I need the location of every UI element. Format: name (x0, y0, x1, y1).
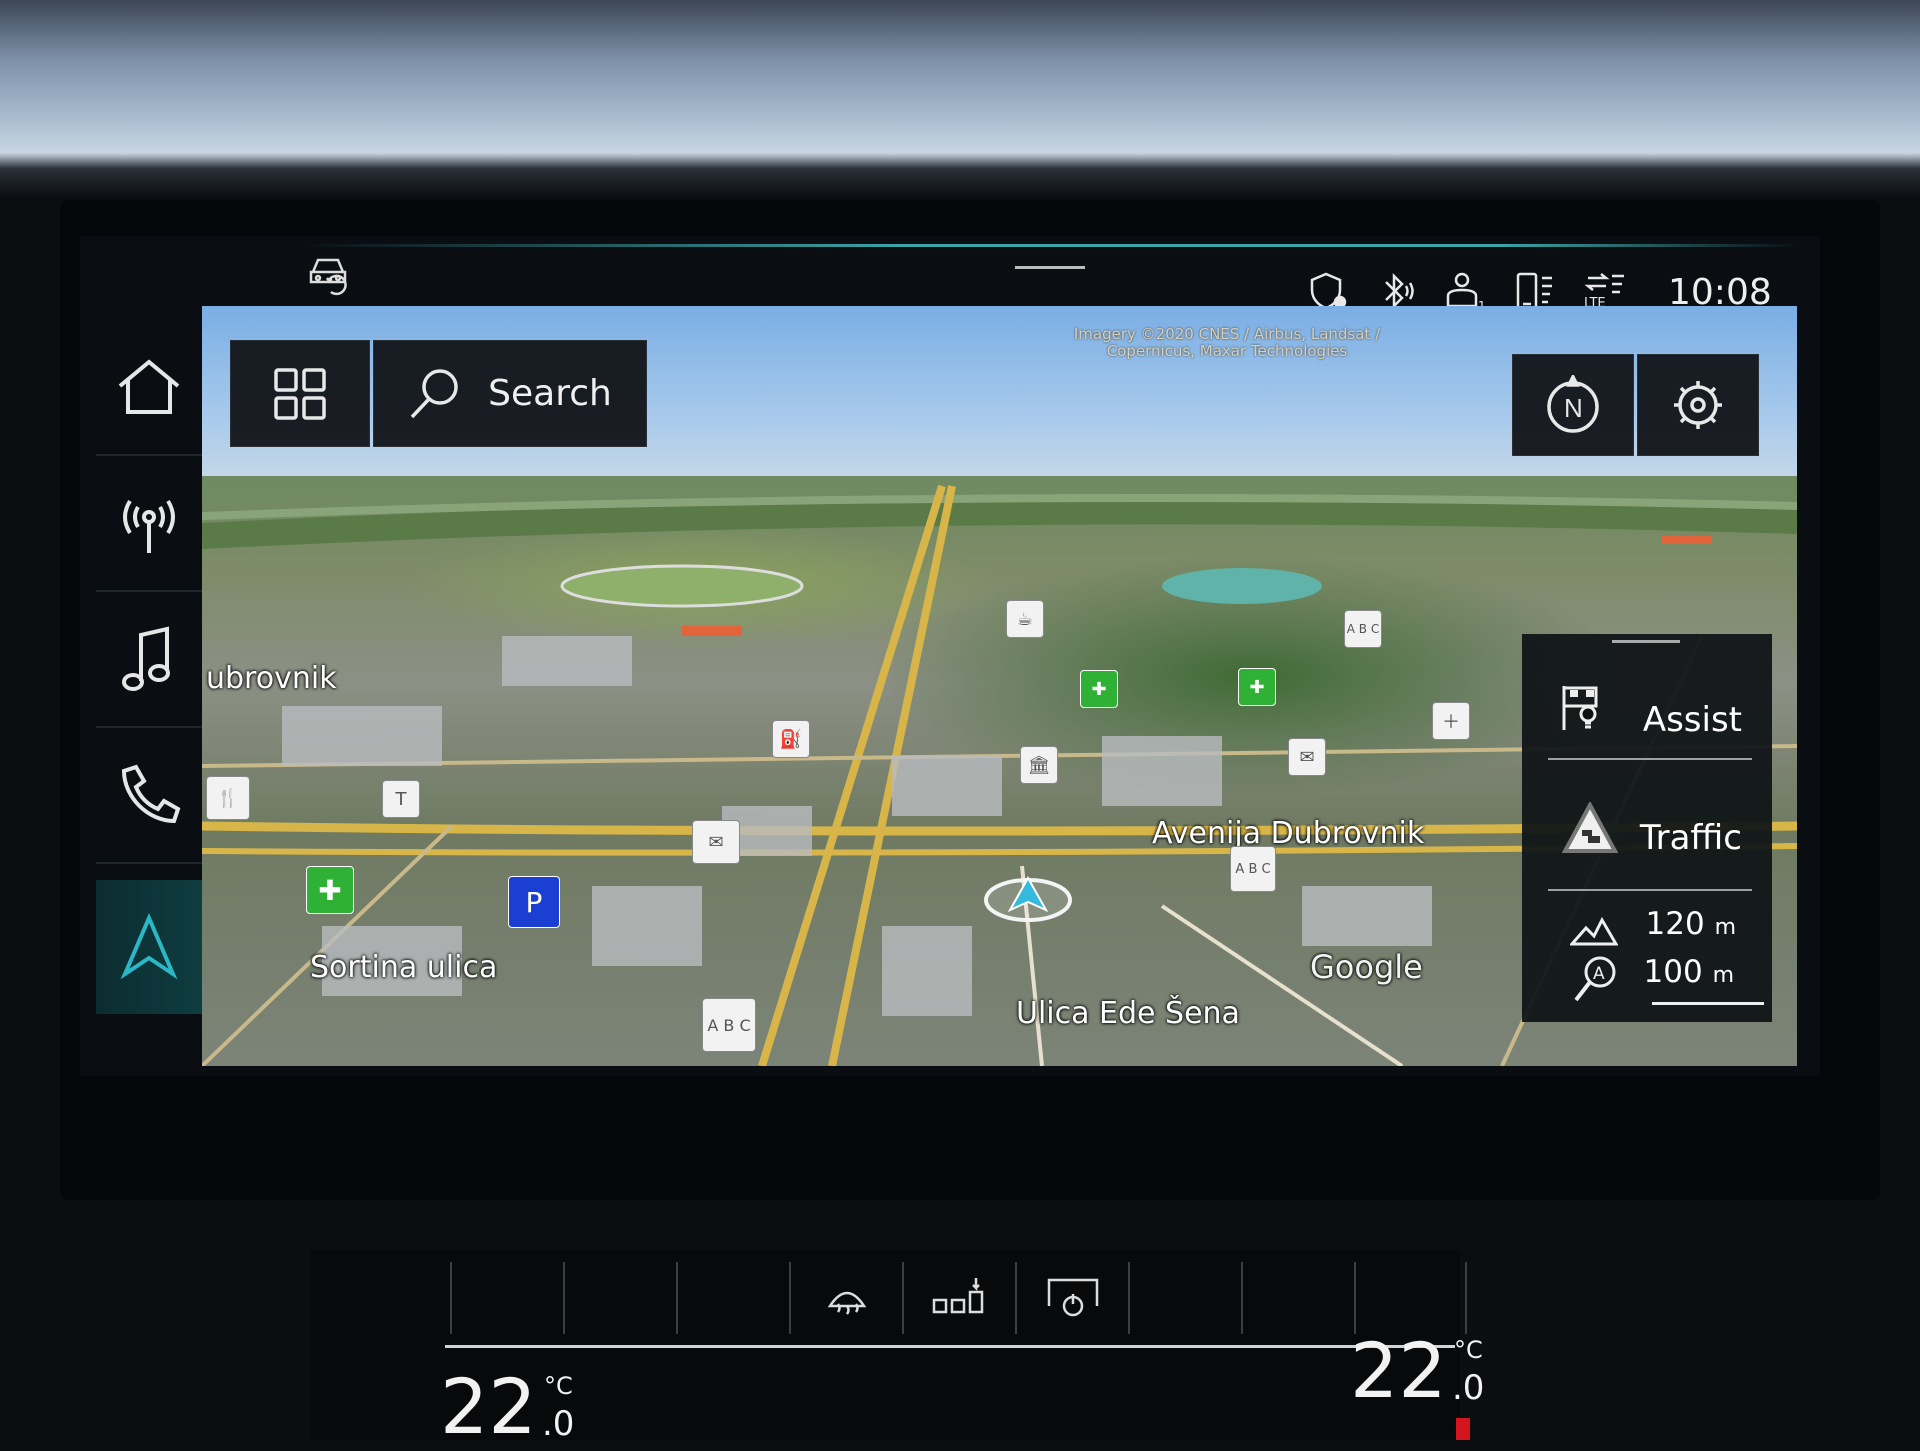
scale-bar (1652, 1002, 1764, 1005)
music-note-icon (122, 626, 170, 691)
climate-button[interactable] (676, 1262, 789, 1334)
left-temp-unit: °C (544, 1372, 573, 1400)
altitude-mountain-icon (1570, 916, 1618, 946)
drag-handle[interactable] (1015, 266, 1085, 269)
right-temp-decimal: .0 (1452, 1368, 1485, 1408)
left-temperature[interactable]: 22 °C .0 (440, 1362, 574, 1451)
phone-icon (121, 764, 181, 824)
street-label: ubrovnik (206, 661, 337, 696)
grid-icon (274, 367, 326, 420)
scale-value: 100 (1643, 954, 1703, 990)
right-temp-unit: °C (1454, 1336, 1483, 1364)
hotel-poi-icon[interactable]: T (382, 780, 420, 818)
assist-label: Assist (1642, 700, 1742, 740)
traffic-button[interactable]: Traffic (1522, 764, 1772, 889)
sidebar-item-home[interactable] (96, 322, 202, 456)
apps-grid-button[interactable] (230, 340, 370, 447)
climate-divider (445, 1345, 1455, 1348)
climate-button[interactable] (1128, 1262, 1241, 1334)
climate-power-button[interactable] (1015, 1262, 1128, 1334)
seat-heat-button[interactable] (902, 1262, 1015, 1334)
right-temp-value: 22 (1350, 1326, 1447, 1415)
fuel-poi-icon[interactable]: ⛽ (772, 720, 810, 758)
altitude-readout: 120 m (1646, 906, 1736, 942)
checkered-flag-icon (1562, 686, 1598, 730)
home-icon (118, 359, 180, 414)
seat-heating-icon (932, 1278, 983, 1314)
map-scale-readout: 100 m (1644, 954, 1734, 990)
climate-button[interactable] (563, 1262, 676, 1334)
map-settings-button[interactable] (1637, 354, 1759, 456)
hospital-poi-icon[interactable]: ✚ (306, 866, 354, 914)
scale-unit: m (1712, 963, 1734, 988)
altitude-unit: m (1714, 915, 1736, 940)
defrost-button[interactable] (789, 1262, 902, 1334)
assist-button[interactable]: Assist (1522, 656, 1772, 774)
panel-handle[interactable] (1612, 640, 1680, 643)
divider (1548, 889, 1752, 891)
street-label: Sortina ulica (310, 950, 498, 985)
altitude-value: 120 (1645, 906, 1705, 942)
school-poi-icon[interactable]: A B C (1230, 846, 1276, 892)
left-temp-value: 22 (440, 1362, 537, 1451)
info-poi-icon[interactable]: ＋ (1432, 702, 1470, 740)
cafe-poi-icon[interactable]: ☕ (1006, 600, 1044, 638)
attribution-line-1: Imagery ©2020 CNES / Airbus, Landsat / (1073, 325, 1381, 343)
navigation-arrow-icon (120, 912, 178, 980)
climate-buttons (450, 1262, 1467, 1334)
divider (1548, 758, 1752, 760)
svg-text:A: A (1593, 964, 1605, 984)
sidebar-item-navigation[interactable] (96, 880, 202, 1014)
car-sync-icon[interactable] (305, 252, 353, 302)
sidebar-item-media[interactable] (96, 594, 202, 728)
sidebar-item-phone[interactable] (96, 730, 202, 864)
mail-poi-icon[interactable]: ✉ (692, 820, 740, 864)
defrost-icon (827, 1291, 866, 1315)
hospital-poi-icon[interactable]: ✚ (1080, 670, 1118, 708)
school-poi-icon[interactable]: A B C (702, 998, 756, 1052)
google-logo: Google (1310, 948, 1423, 986)
auto-zoom-icon[interactable]: A (1572, 954, 1618, 1004)
gear-icon (1674, 381, 1722, 429)
vehicle-position-icon (984, 875, 1072, 922)
right-temperature[interactable]: 22 °C .0 (1350, 1326, 1484, 1415)
power-icon (1047, 1278, 1098, 1317)
nav-side-panel: Assist Traffic 120 m A 100 m (1522, 634, 1772, 1022)
traffic-jam-icon (1562, 802, 1618, 853)
dashboard-trim (0, 0, 1920, 196)
climate-button[interactable] (1241, 1262, 1354, 1334)
climate-button[interactable] (450, 1262, 563, 1334)
search-icon (410, 368, 458, 418)
antenna-icon (123, 499, 175, 553)
parking-poi-icon[interactable]: P (508, 876, 560, 928)
attribution-line-2: Copernicus, Maxar Technologies (1106, 342, 1348, 360)
climate-button[interactable] (1354, 1262, 1467, 1334)
street-label: Ulica Ede Šena (1016, 996, 1240, 1031)
traffic-label: Traffic (1639, 818, 1742, 858)
school-poi-icon[interactable]: A B C (1344, 610, 1382, 648)
compass-icon: N (1547, 375, 1599, 433)
restaurant-poi-icon[interactable]: 🍴 (206, 776, 250, 820)
search-button[interactable]: Search (373, 340, 647, 447)
search-label: Search (488, 373, 612, 414)
mail-poi-icon[interactable]: ✉ (1288, 738, 1326, 776)
map-attribution: Imagery ©2020 CNES / Airbus, Landsat / C… (962, 326, 1492, 360)
compass-north-button[interactable]: N (1512, 354, 1634, 456)
heat-indicator (1456, 1418, 1470, 1440)
street-label: Avenija Dubrovnik (1152, 816, 1425, 851)
left-temp-decimal: .0 (542, 1404, 575, 1444)
museum-poi-icon[interactable]: 🏛 (1020, 746, 1058, 784)
svg-text:N: N (1564, 393, 1583, 423)
sidebar-item-radio[interactable] (96, 458, 202, 592)
sidebar (96, 322, 202, 1018)
screen-accent-line (300, 244, 1800, 247)
hospital-poi-icon[interactable]: ✚ (1238, 668, 1276, 706)
